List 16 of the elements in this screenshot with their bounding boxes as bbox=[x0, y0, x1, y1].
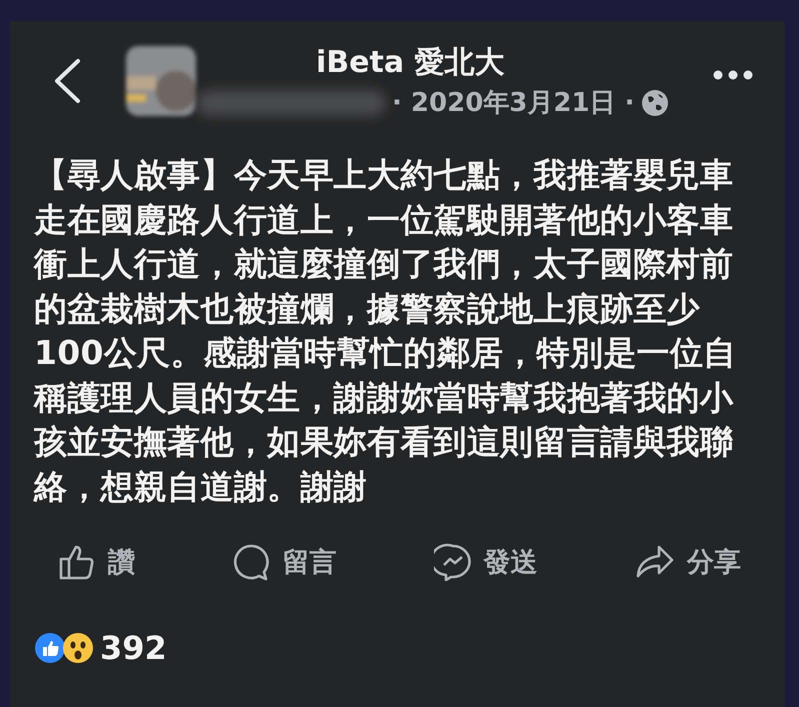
more-icon[interactable] bbox=[713, 70, 753, 80]
send-button[interactable]: 發送 bbox=[430, 539, 542, 585]
author-name[interactable]: iBeta 愛北大 bbox=[316, 42, 713, 83]
wow-reaction-icon bbox=[62, 632, 94, 664]
speech-bubble-icon bbox=[232, 543, 270, 581]
share-button[interactable]: 分享 bbox=[630, 539, 745, 585]
thumbs-up-icon bbox=[58, 543, 96, 581]
globe-icon bbox=[640, 88, 668, 116]
reaction-count[interactable]: 392 bbox=[100, 629, 167, 667]
back-icon[interactable] bbox=[52, 58, 82, 104]
like-reaction-icon bbox=[34, 632, 66, 664]
post-text: 【尋人啟事】今天早上大約七點，我推著嬰兒車走在國慶路人行道上，一位駕駛開著他的小客車衝上人行道，就這麼撞倒了我們，太子國際村前的盆栽樹木也被撞爛，據警察說地上痕跡至少100公尺。感謝當時幫忙的鄰居，特別是一位自稱護理人員的女生，謝謝妳當時幫我抱著我的小孩並安撫著他，如果妳有看到這則留言請與我聯絡，想親自道謝。謝謝 bbox=[34, 154, 738, 508]
messenger-icon bbox=[434, 543, 472, 581]
comment-button[interactable]: 留言 bbox=[228, 539, 340, 585]
like-button[interactable]: 讚 bbox=[54, 539, 139, 585]
post-date[interactable]: · 2020年3月21日 · bbox=[392, 85, 634, 120]
